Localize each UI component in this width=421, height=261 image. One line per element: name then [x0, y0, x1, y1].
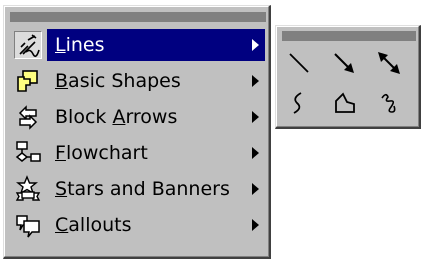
- submenu-arrow-icon: [252, 75, 259, 87]
- submenu-arrow-icon: [252, 219, 259, 231]
- flowchart-icon: [14, 139, 42, 167]
- curve-icon[interactable]: [282, 86, 316, 120]
- submenu-drag-handle[interactable]: [282, 31, 416, 41]
- lines-icon: [14, 31, 42, 59]
- menu-item-flowchart[interactable]: Flowchart: [10, 135, 265, 171]
- submenu-arrow-icon: [252, 147, 259, 159]
- autoshapes-menu: Lines Basic Shapes Block Arrows Flowchar…: [3, 5, 271, 259]
- menu-item-basic-shapes[interactable]: Basic Shapes: [10, 63, 265, 99]
- arrow-icon[interactable]: [327, 46, 361, 80]
- menu-drag-handle[interactable]: [10, 12, 266, 22]
- freeform-icon[interactable]: [327, 86, 361, 120]
- line-icon[interactable]: [282, 46, 316, 80]
- menu-item-block-arrows[interactable]: Block Arrows: [10, 99, 265, 135]
- callouts-icon: [14, 211, 42, 239]
- stars-and-banners-icon: [14, 175, 42, 203]
- lines-submenu: [275, 25, 421, 129]
- submenu-arrow-icon: [252, 111, 259, 123]
- menu-item-lines[interactable]: Lines: [10, 27, 265, 63]
- scribble-icon[interactable]: [372, 86, 406, 120]
- submenu-arrow-icon: [252, 39, 259, 51]
- menu-item-callouts[interactable]: Callouts: [10, 207, 265, 243]
- submenu-arrow-icon: [252, 183, 259, 195]
- double-arrow-icon[interactable]: [372, 46, 406, 80]
- block-arrows-icon: [14, 103, 42, 131]
- menu-item-stars-and-banners[interactable]: Stars and Banners: [10, 171, 265, 207]
- basic-shapes-icon: [14, 67, 42, 95]
